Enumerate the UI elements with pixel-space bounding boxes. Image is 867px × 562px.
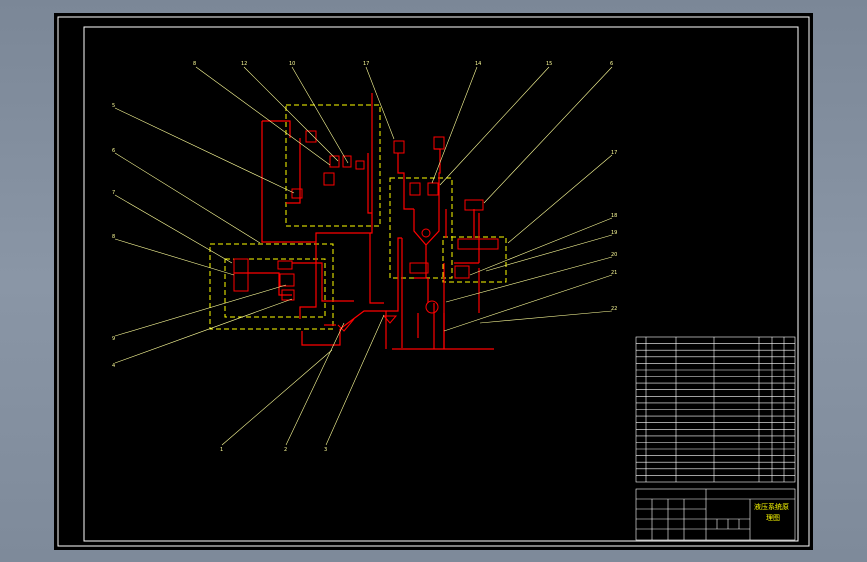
callout-top-6: 15 — [546, 61, 552, 67]
callout-right-6: 22 — [611, 306, 617, 312]
cad-viewport[interactable]: 8 12 10 17 14 15 6 5 6 7 8 9 4 17 18 19 … — [0, 0, 867, 562]
callout-top-7: 6 — [610, 61, 613, 67]
callout-left-2: 6 — [112, 148, 115, 154]
hydraulic-lines — [234, 93, 494, 350]
callout-left-1: 5 — [112, 103, 115, 109]
outer-frame — [57, 16, 810, 547]
callout-top-1: 8 — [193, 61, 196, 67]
callout-bottom-2: 2 — [284, 447, 287, 453]
callout-left-5: 9 — [112, 336, 115, 342]
callout-top-4: 17 — [363, 61, 369, 67]
hydraulic-schematic: 8 12 10 17 14 15 6 5 6 7 8 9 4 17 18 19 … — [57, 16, 810, 547]
assembly-boxes — [209, 104, 507, 330]
callout-bottom-1: 1 — [220, 447, 223, 453]
callout-numbers: 8 12 10 17 14 15 6 5 6 7 8 9 4 17 18 19 … — [112, 61, 617, 453]
drawing-sheet: 8 12 10 17 14 15 6 5 6 7 8 9 4 17 18 19 … — [54, 13, 813, 550]
drawing-title-line1: 液压系统原 — [754, 502, 789, 511]
callout-bottom-3: 3 — [324, 447, 327, 453]
title-block-text: 液压系统原 理图 — [754, 502, 789, 522]
parts-list-rows — [636, 343, 795, 476]
callout-top-3: 10 — [289, 61, 295, 67]
valve-block-left — [209, 243, 334, 330]
leader-lines — [114, 66, 613, 446]
components — [233, 130, 499, 332]
callout-left-3: 7 — [112, 190, 115, 196]
valve-block-right — [442, 236, 507, 283]
callout-right-5: 21 — [611, 270, 617, 276]
callout-right-4: 20 — [611, 252, 617, 258]
callout-right-3: 19 — [611, 230, 617, 236]
callout-right-2: 18 — [611, 213, 617, 219]
callout-top-5: 14 — [475, 61, 481, 67]
callout-top-2: 12 — [241, 61, 247, 67]
callout-right-1: 17 — [611, 150, 617, 156]
callout-left-6: 4 — [112, 363, 115, 369]
drawing-title-line2: 理图 — [766, 514, 780, 522]
inner-frame — [83, 26, 799, 542]
callout-left-4: 8 — [112, 234, 115, 240]
